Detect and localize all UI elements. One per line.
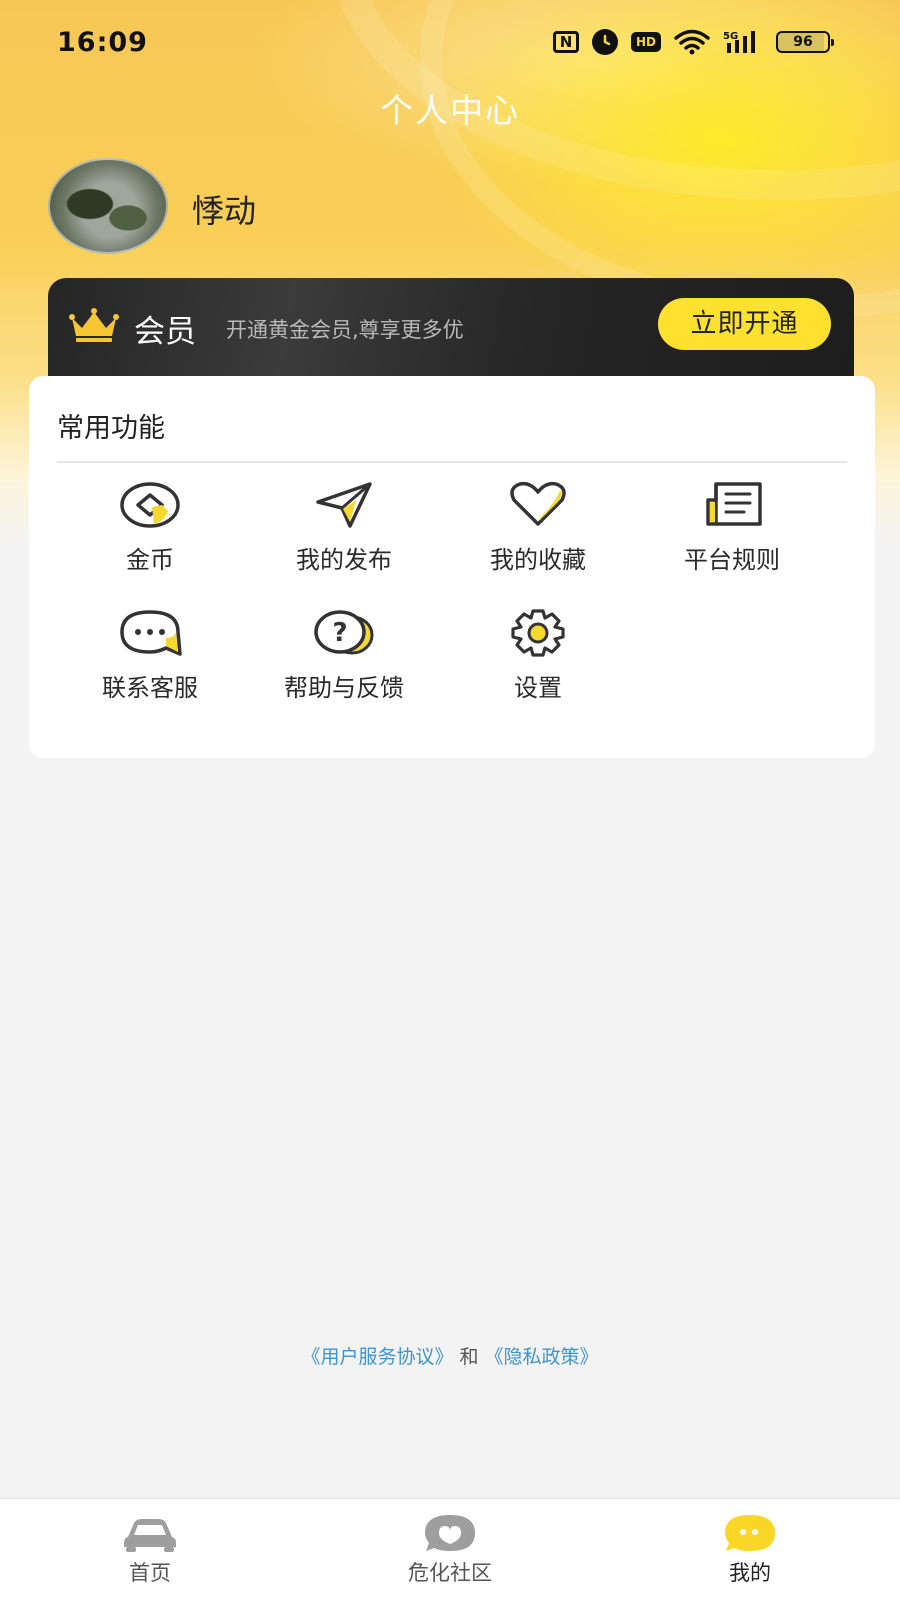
document-icon bbox=[706, 482, 762, 526]
function-label: 我的发布 bbox=[296, 546, 392, 574]
function-item-coins[interactable]: 金币 bbox=[60, 480, 240, 598]
tab-home[interactable]: 首页 bbox=[75, 1513, 225, 1587]
status-time: 16:09 bbox=[57, 26, 148, 58]
function-item-customer-service[interactable]: 联系客服 bbox=[60, 608, 240, 726]
svg-text:?: ? bbox=[332, 618, 347, 648]
cellular-signal-icon: 5G bbox=[723, 29, 763, 55]
function-label: 设置 bbox=[514, 674, 562, 702]
username[interactable]: 悸动 bbox=[192, 186, 256, 232]
tab-label: 危化社区 bbox=[408, 1561, 492, 1585]
heart-icon bbox=[510, 481, 566, 526]
help-icon: ? bbox=[314, 610, 374, 655]
bottom-tab-bar: 首页 危化社区 我的 bbox=[0, 1498, 900, 1600]
crown-icon bbox=[69, 308, 119, 342]
vip-description: 开通黄金会员,尊享更多优 bbox=[226, 318, 464, 342]
nfc-icon: N bbox=[553, 31, 579, 53]
coin-icon bbox=[120, 482, 180, 528]
section-title: 常用功能 bbox=[57, 413, 165, 444]
avatar[interactable] bbox=[48, 158, 168, 254]
profile-chat-icon bbox=[725, 1515, 775, 1551]
tab-mine[interactable]: 我的 bbox=[675, 1513, 825, 1587]
function-item-my-posts[interactable]: 我的发布 bbox=[254, 480, 434, 598]
user-agreement-link[interactable]: 《用户服务协议》 bbox=[301, 1346, 453, 1368]
community-chat-icon bbox=[425, 1515, 475, 1551]
legal-links: 《用户服务协议》和《隐私政策》 bbox=[0, 1342, 900, 1369]
chat-icon bbox=[120, 610, 182, 656]
page-title: 个人中心 bbox=[380, 91, 520, 130]
divider bbox=[57, 461, 847, 463]
function-label: 帮助与反馈 bbox=[284, 674, 404, 702]
tab-community[interactable]: 危化社区 bbox=[375, 1513, 525, 1587]
tab-label: 首页 bbox=[129, 1561, 171, 1585]
battery-icon: 96 bbox=[776, 31, 834, 53]
function-label: 我的收藏 bbox=[490, 546, 586, 574]
function-item-my-favorites[interactable]: 我的收藏 bbox=[448, 480, 628, 598]
privacy-policy-link[interactable]: 《隐私政策》 bbox=[485, 1346, 599, 1368]
function-item-settings[interactable]: 设置 bbox=[448, 608, 628, 726]
legal-conjunction: 和 bbox=[459, 1346, 479, 1368]
alarm-icon bbox=[592, 29, 618, 55]
status-bar: 16:09 N HD 5G 96 bbox=[0, 0, 900, 84]
function-label: 联系客服 bbox=[102, 674, 198, 702]
send-icon bbox=[316, 482, 372, 528]
wifi-icon bbox=[674, 29, 710, 55]
tab-label: 我的 bbox=[729, 1561, 771, 1585]
function-label: 平台规则 bbox=[684, 546, 780, 574]
function-item-help-feedback[interactable]: ? 帮助与反馈 bbox=[254, 608, 434, 726]
open-vip-button[interactable]: 立即开通 bbox=[658, 298, 831, 350]
function-item-platform-rules[interactable]: 平台规则 bbox=[642, 480, 822, 598]
status-icons: N HD 5G 96 bbox=[553, 29, 834, 55]
vip-banner[interactable]: 会员 开通黄金会员,尊享更多优 立即开通 bbox=[48, 278, 854, 382]
car-icon bbox=[124, 1519, 176, 1552]
function-label: 金币 bbox=[126, 546, 174, 574]
common-functions-card: 常用功能 金币 我的发布 我的收藏 平台规则 联系客服 ? 帮助与反馈 设置 bbox=[29, 376, 875, 758]
hd-icon: HD bbox=[631, 32, 661, 52]
vip-label: 会员 bbox=[134, 314, 196, 350]
gear-icon bbox=[511, 609, 565, 657]
